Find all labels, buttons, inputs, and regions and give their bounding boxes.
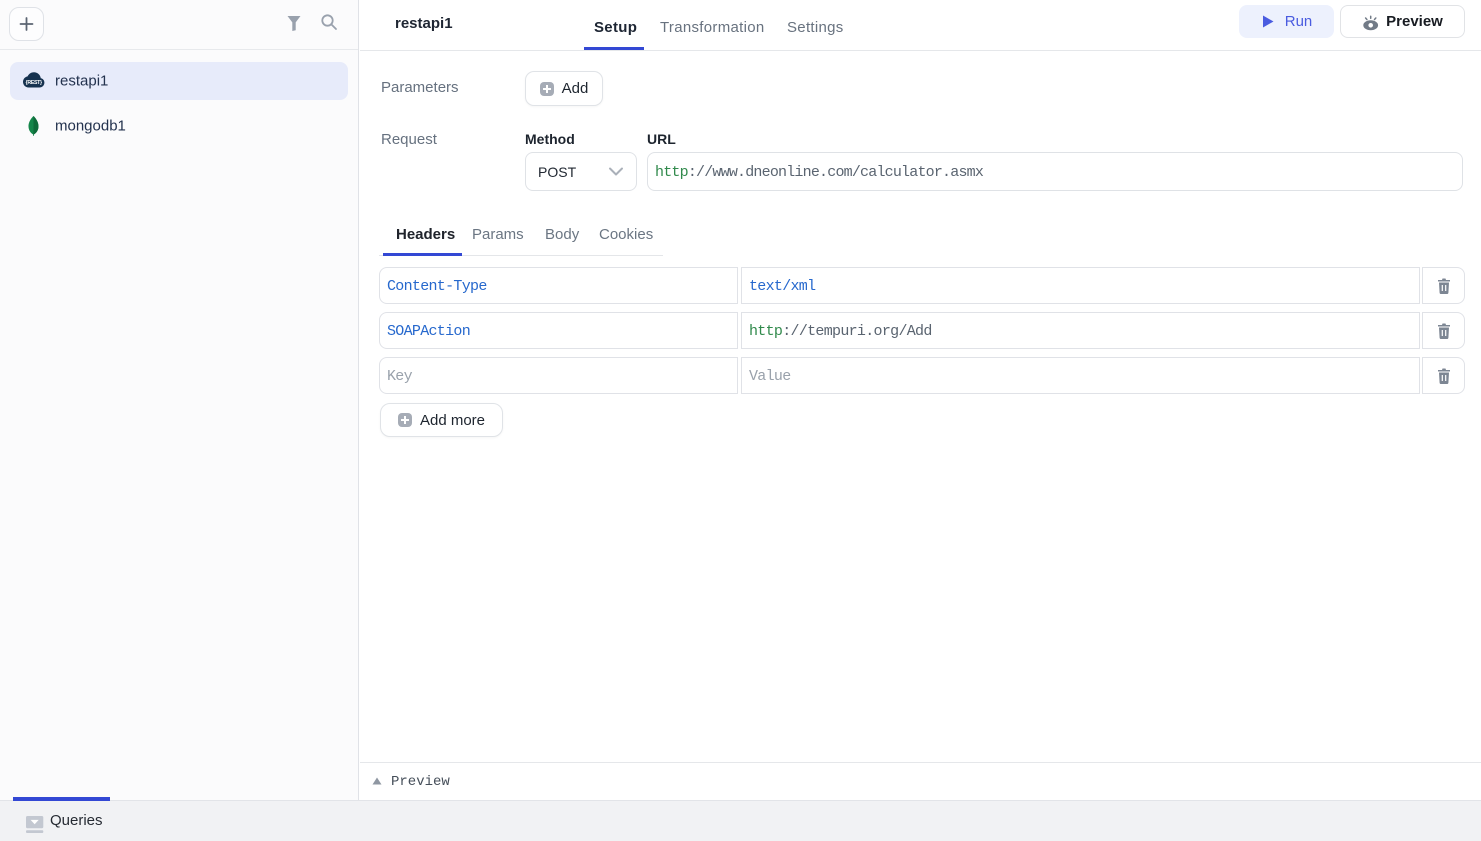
svg-text:{REST}: {REST} <box>26 80 42 86</box>
